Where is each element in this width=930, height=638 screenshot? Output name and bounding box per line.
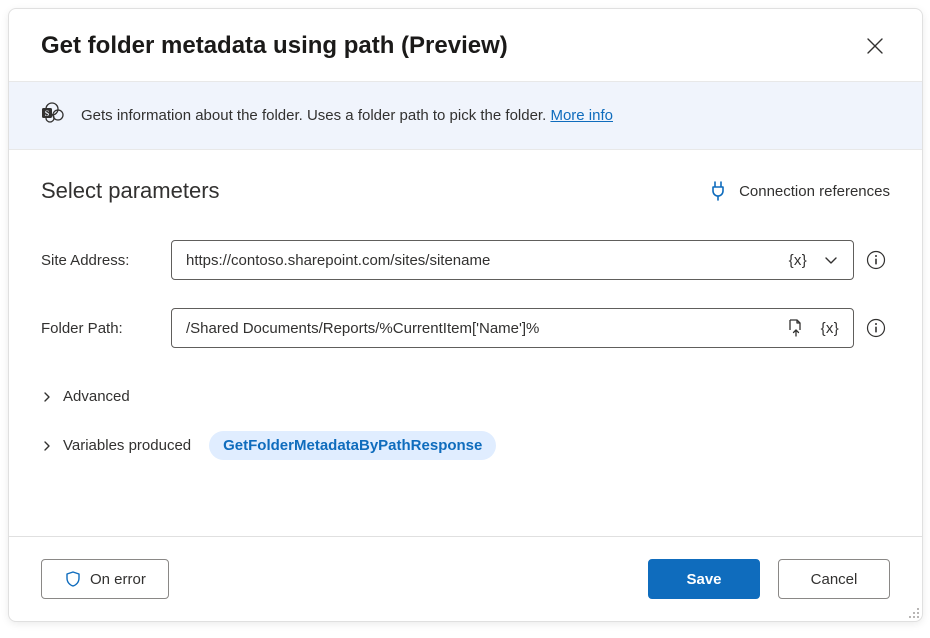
folder-path-info-button[interactable] <box>862 318 890 338</box>
dialog-header: Get folder metadata using path (Preview) <box>9 9 922 81</box>
site-address-input[interactable] <box>186 252 777 269</box>
save-button[interactable]: Save <box>648 559 760 599</box>
svg-text:S: S <box>45 109 50 118</box>
field-folder-path: Folder Path: {x} <box>41 308 890 348</box>
select-parameters-title: Select parameters <box>41 178 220 204</box>
info-icon <box>866 318 886 338</box>
dropdown-button[interactable] <box>819 250 843 270</box>
dialog-footer: On error Save Cancel <box>9 536 922 621</box>
close-button[interactable] <box>860 31 890 61</box>
folder-path-input-wrapper: {x} <box>171 308 854 348</box>
close-icon <box>866 37 884 55</box>
banner-description: Gets information about the folder. Uses … <box>81 107 550 124</box>
site-address-label: Site Address: <box>41 252 163 269</box>
connection-references-label: Connection references <box>739 183 890 200</box>
site-address-info-button[interactable] <box>862 250 890 270</box>
dialog-get-folder-metadata: Get folder metadata using path (Preview)… <box>8 8 923 622</box>
plug-icon <box>709 181 727 201</box>
advanced-expander[interactable]: Advanced <box>41 388 890 405</box>
dialog-title: Get folder metadata using path (Preview) <box>41 32 508 60</box>
sharepoint-icon: S <box>41 102 65 129</box>
info-icon <box>866 250 886 270</box>
file-picker-button[interactable] <box>781 316 809 340</box>
footer-actions: Save Cancel <box>648 559 890 599</box>
insert-variable-button[interactable]: {x} <box>785 250 811 271</box>
shield-icon <box>64 570 82 588</box>
folder-path-label: Folder Path: <box>41 320 163 337</box>
folder-path-input[interactable] <box>186 320 773 337</box>
site-address-input-wrapper: {x} <box>171 240 854 280</box>
file-arrow-icon <box>785 318 805 338</box>
banner-text: Gets information about the folder. Uses … <box>81 107 613 124</box>
field-site-address: Site Address: {x} <box>41 240 890 280</box>
more-info-link[interactable]: More info <box>550 107 613 124</box>
params-header: Select parameters Connection references <box>41 178 890 204</box>
insert-variable-button[interactable]: {x} <box>817 318 843 339</box>
on-error-label: On error <box>90 571 146 588</box>
variable-chip[interactable]: GetFolderMetadataByPathResponse <box>209 431 496 460</box>
variables-produced-label: Variables produced <box>63 437 191 454</box>
resize-grip-icon[interactable] <box>906 605 920 619</box>
cancel-button[interactable]: Cancel <box>778 559 890 599</box>
connection-references-button[interactable]: Connection references <box>709 181 890 201</box>
variables-produced-expander[interactable]: Variables produced GetFolderMetadataByPa… <box>41 431 890 460</box>
dialog-content: Select parameters Connection references … <box>9 150 922 536</box>
chevron-right-icon <box>41 440 53 452</box>
info-banner: S Gets information about the folder. Use… <box>9 81 922 150</box>
chevron-right-icon <box>41 391 53 403</box>
chevron-down-icon <box>823 252 839 268</box>
advanced-label: Advanced <box>63 388 130 405</box>
on-error-button[interactable]: On error <box>41 559 169 599</box>
